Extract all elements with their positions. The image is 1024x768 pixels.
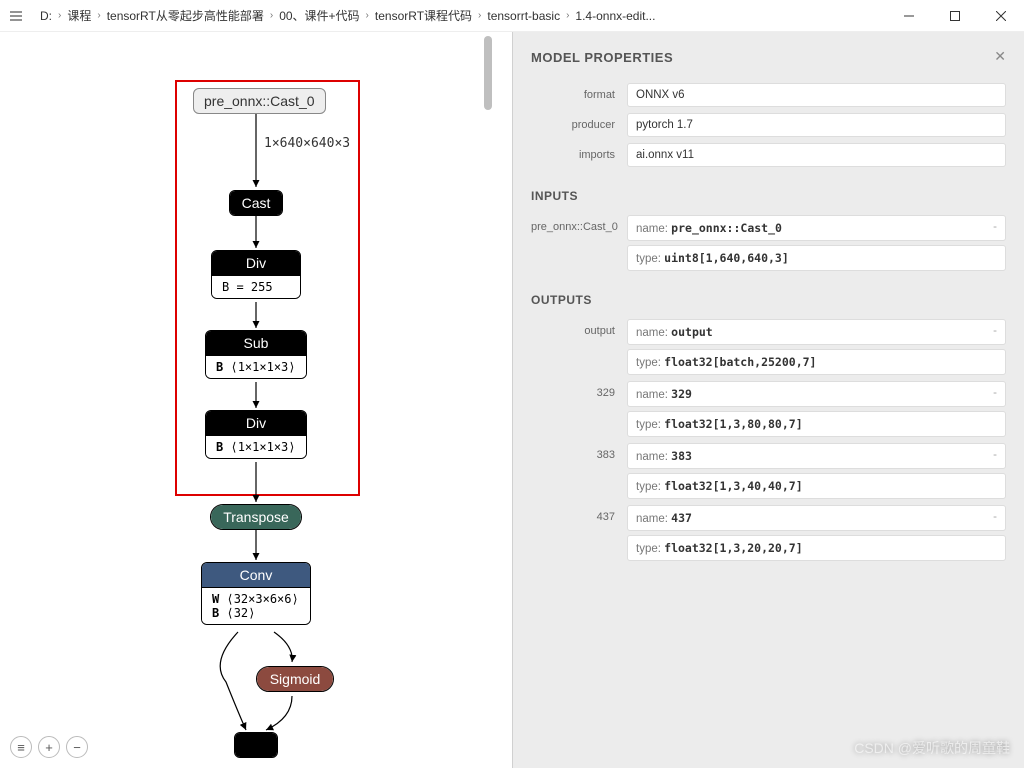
prop-value-name[interactable]: name: pre_onnx::Cast_0- bbox=[627, 215, 1006, 241]
minimize-button[interactable] bbox=[886, 0, 932, 32]
zoom-controls: ≡ + − bbox=[10, 736, 88, 758]
transpose-node-label: Transpose bbox=[211, 505, 301, 529]
chevron-right-icon: › bbox=[366, 10, 369, 21]
sub-node-label: Sub bbox=[206, 331, 306, 355]
chevron-right-icon: › bbox=[270, 10, 273, 21]
inputs-heading: INPUTS bbox=[531, 189, 1006, 203]
next-node[interactable] bbox=[234, 732, 278, 758]
prop-row-input0: pre_onnx::Cast_0 name: pre_onnx::Cast_0-… bbox=[531, 215, 1006, 271]
div-node-2[interactable]: Div B ⟨1×1×1×3⟩ bbox=[205, 410, 307, 459]
prop-label: format bbox=[531, 83, 627, 101]
prop-label: output bbox=[531, 319, 627, 337]
prop-row-output2: 383 name: 383- type: float32[1,3,40,40,7… bbox=[531, 443, 1006, 499]
sub-node[interactable]: Sub B ⟨1×1×1×3⟩ bbox=[205, 330, 307, 379]
prop-row-output1: 329 name: 329- type: float32[1,3,80,80,7… bbox=[531, 381, 1006, 437]
collapse-icon[interactable]: - bbox=[993, 511, 997, 523]
breadcrumb-seg[interactable]: 00、课件+代码 bbox=[279, 7, 359, 24]
prop-value-name[interactable]: name: 329- bbox=[627, 381, 1006, 407]
sigmoid-node[interactable]: Sigmoid bbox=[256, 666, 334, 692]
zoom-fit-button[interactable]: ≡ bbox=[10, 736, 32, 758]
breadcrumb[interactable]: D: › 课程 › tensorRT从零起步高性能部署 › 00、课件+代码 › ten… bbox=[32, 7, 886, 24]
outputs-heading: OUTPUTS bbox=[531, 293, 1006, 307]
prop-value-type[interactable]: type: float32[1,3,80,80,7] bbox=[627, 411, 1006, 437]
collapse-icon[interactable]: - bbox=[993, 387, 997, 399]
input-node[interactable]: pre_onnx::Cast_0 bbox=[193, 88, 326, 114]
prop-row-output3: 437 name: 437- type: float32[1,3,20,20,7… bbox=[531, 505, 1006, 561]
graph-pane[interactable]: pre_onnx::Cast_0 1×640×640×3 Cast Div B … bbox=[0, 32, 512, 768]
window-controls bbox=[886, 0, 1024, 32]
prop-value-type[interactable]: type: float32[1,3,20,20,7] bbox=[627, 535, 1006, 561]
chevron-right-icon: › bbox=[58, 10, 61, 21]
cast-node[interactable]: Cast bbox=[229, 190, 283, 216]
breadcrumb-seg[interactable]: tensorRT课程代码 bbox=[375, 7, 472, 24]
div-node-1[interactable]: Div B = 255 bbox=[211, 250, 301, 299]
conv-node[interactable]: Conv W ⟨32×3×6×6⟩ B ⟨32⟩ bbox=[201, 562, 311, 625]
tensor-shape-label: 1×640×640×3 bbox=[264, 136, 350, 151]
transpose-node[interactable]: Transpose bbox=[210, 504, 302, 530]
prop-value-type[interactable]: type: float32[batch,25200,7] bbox=[627, 349, 1006, 375]
cast-node-label: Cast bbox=[230, 191, 282, 215]
collapse-icon[interactable]: - bbox=[993, 221, 997, 233]
prop-value-name[interactable]: name: output- bbox=[627, 319, 1006, 345]
next-node-label bbox=[235, 733, 277, 757]
breadcrumb-seg[interactable]: tensorrt-basic bbox=[487, 9, 560, 23]
zoom-out-button[interactable]: − bbox=[66, 736, 88, 758]
breadcrumb-seg[interactable]: 课程 bbox=[67, 7, 91, 24]
watermark: CSDN @爱听歌的周童鞋 bbox=[854, 738, 1010, 758]
prop-value-type[interactable]: type: uint8[1,640,640,3] bbox=[627, 245, 1006, 271]
zoom-in-button[interactable]: + bbox=[38, 736, 60, 758]
prop-value-name[interactable]: name: 437- bbox=[627, 505, 1006, 531]
collapse-icon[interactable]: - bbox=[993, 325, 997, 337]
breadcrumb-seg[interactable]: tensorRT从零起步高性能部署 bbox=[107, 7, 264, 24]
breadcrumb-seg[interactable]: D: bbox=[40, 9, 52, 23]
properties-pane: MODEL PROPERTIES ✕ format ONNX v6 produc… bbox=[513, 32, 1024, 768]
prop-row-producer: producer pytorch 1.7 bbox=[531, 113, 1006, 137]
close-button[interactable] bbox=[978, 0, 1024, 32]
prop-row-output0: output name: output- type: float32[batch… bbox=[531, 319, 1006, 375]
div-node-2-body: B ⟨1×1×1×3⟩ bbox=[206, 435, 306, 458]
div-node-2-label: Div bbox=[206, 411, 306, 435]
prop-value[interactable]: pytorch 1.7 bbox=[627, 113, 1006, 137]
collapse-icon[interactable]: - bbox=[993, 449, 997, 461]
prop-value-name[interactable]: name: 383- bbox=[627, 443, 1006, 469]
prop-label: 329 bbox=[531, 381, 627, 399]
prop-value[interactable]: ONNX v6 bbox=[627, 83, 1006, 107]
prop-row-format: format ONNX v6 bbox=[531, 83, 1006, 107]
chevron-right-icon: › bbox=[478, 10, 481, 21]
maximize-button[interactable] bbox=[932, 0, 978, 32]
properties-title: MODEL PROPERTIES bbox=[531, 50, 1006, 65]
prop-label: pre_onnx::Cast_0 bbox=[531, 215, 627, 233]
sigmoid-node-label: Sigmoid bbox=[257, 667, 333, 691]
breadcrumb-seg[interactable]: 1.4-onnx-edit... bbox=[575, 9, 655, 23]
input-node-label: pre_onnx::Cast_0 bbox=[204, 93, 315, 109]
div-node-1-label: Div bbox=[212, 251, 300, 275]
chevron-right-icon: › bbox=[566, 10, 569, 21]
chevron-right-icon: › bbox=[97, 10, 100, 21]
conv-node-body: W ⟨32×3×6×6⟩ B ⟨32⟩ bbox=[202, 587, 310, 624]
prop-value-type[interactable]: type: float32[1,3,40,40,7] bbox=[627, 473, 1006, 499]
prop-label: 383 bbox=[531, 443, 627, 461]
prop-value[interactable]: ai.onnx v11 bbox=[627, 143, 1006, 167]
prop-row-imports: imports ai.onnx v11 bbox=[531, 143, 1006, 167]
sub-node-body: B ⟨1×1×1×3⟩ bbox=[206, 355, 306, 378]
close-icon[interactable]: ✕ bbox=[994, 48, 1006, 65]
hamburger-menu[interactable] bbox=[0, 0, 32, 32]
prop-label: 437 bbox=[531, 505, 627, 523]
title-bar: D: › 课程 › tensorRT从零起步高性能部署 › 00、课件+代码 › ten… bbox=[0, 0, 1024, 32]
prop-label: producer bbox=[531, 113, 627, 131]
div-node-1-body: B = 255 bbox=[212, 275, 300, 298]
conv-node-label: Conv bbox=[202, 563, 310, 587]
prop-label: imports bbox=[531, 143, 627, 161]
